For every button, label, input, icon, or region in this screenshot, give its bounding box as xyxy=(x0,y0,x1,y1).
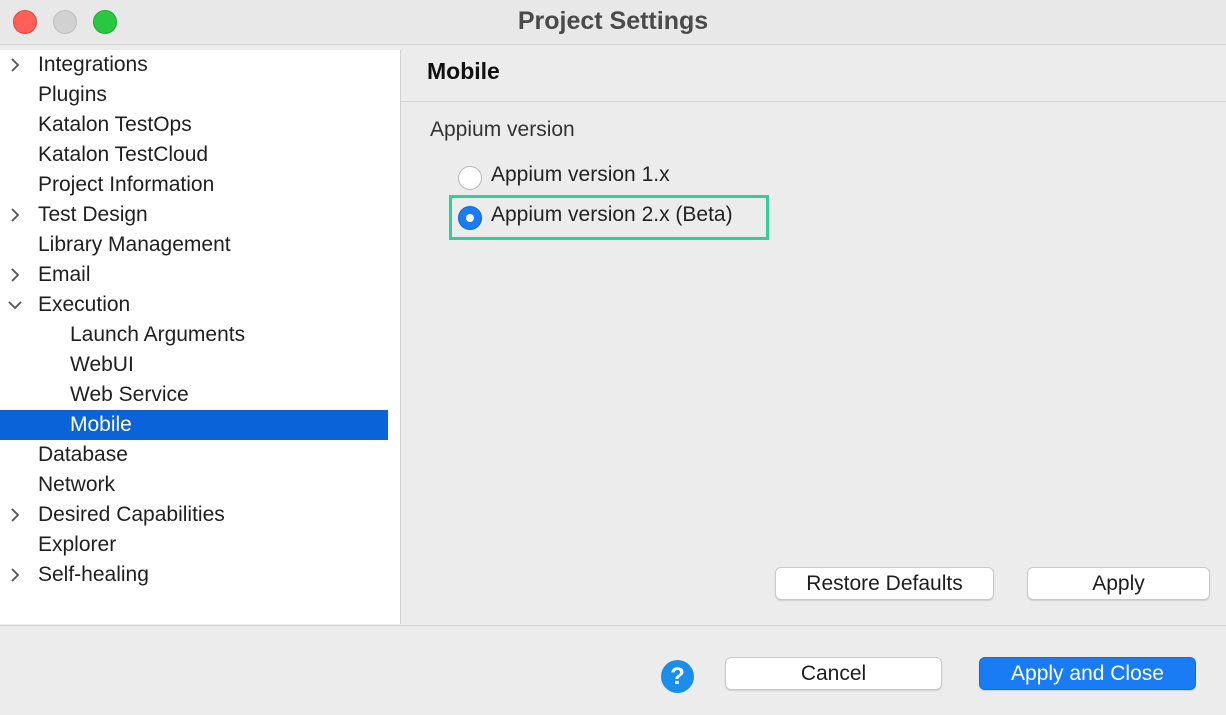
chevron-right-icon[interactable] xyxy=(7,567,23,583)
chevron-down-icon[interactable] xyxy=(7,297,23,313)
tree-item-label: Email xyxy=(38,263,91,286)
tree-item-project-information[interactable]: Project Information xyxy=(0,170,388,200)
tree-item-label: Test Design xyxy=(38,203,148,226)
restore-defaults-button[interactable]: Restore Defaults xyxy=(775,567,994,600)
dialog-footer: ? Cancel Apply and Close xyxy=(0,625,1226,715)
tree-item-plugins[interactable]: Plugins xyxy=(0,80,388,110)
panel-title: Mobile xyxy=(427,58,500,84)
radio-label: Appium version 2.x (Beta) xyxy=(491,203,733,226)
tree-item-label: Katalon TestOps xyxy=(38,113,192,136)
tree-item-web-service[interactable]: Web Service xyxy=(0,380,388,410)
appium-version-label: Appium version xyxy=(430,118,575,141)
help-icon[interactable]: ? xyxy=(661,660,694,693)
tree-item-label: Self-healing xyxy=(38,563,149,586)
tree-item-label: Database xyxy=(38,443,128,466)
panel-header: Mobile xyxy=(401,50,1226,102)
chevron-right-icon[interactable] xyxy=(7,267,23,283)
tree-item-email[interactable]: Email xyxy=(0,260,388,290)
tree-item-desired-capabilities[interactable]: Desired Capabilities xyxy=(0,500,388,530)
tree-item-label: Integrations xyxy=(38,53,148,76)
cancel-button[interactable]: Cancel xyxy=(725,657,942,690)
apply-button[interactable]: Apply xyxy=(1027,567,1210,600)
tree-item-katalon-testcloud[interactable]: Katalon TestCloud xyxy=(0,140,388,170)
tree-item-label: Plugins xyxy=(38,83,107,106)
radio-button-selected[interactable] xyxy=(458,206,482,230)
appium-2x-option[interactable]: Appium version 2.x (Beta) xyxy=(450,202,770,236)
radio-button[interactable] xyxy=(458,166,482,190)
chevron-right-icon[interactable] xyxy=(7,57,23,73)
apply-and-close-button[interactable]: Apply and Close xyxy=(979,657,1196,690)
tree-item-self-healing[interactable]: Self-healing xyxy=(0,560,388,590)
tree-item-library-management[interactable]: Library Management xyxy=(0,230,388,260)
tree-item-label: Explorer xyxy=(38,533,117,556)
tree-item-label: Katalon TestCloud xyxy=(38,143,209,166)
chevron-right-icon[interactable] xyxy=(7,507,23,523)
tree-item-integrations[interactable]: Integrations xyxy=(0,50,388,80)
tree-item-label: Launch Arguments xyxy=(70,323,246,346)
chevron-right-icon[interactable] xyxy=(7,207,23,223)
title-bar: Project Settings xyxy=(0,0,1226,45)
window-title: Project Settings xyxy=(517,7,709,35)
tree-item-label: Project Information xyxy=(38,173,215,196)
tree-item-execution[interactable]: Execution xyxy=(0,290,388,320)
tree-item-katalon-testops[interactable]: Katalon TestOps xyxy=(0,110,388,140)
radio-label: Appium version 1.x xyxy=(491,163,670,186)
tree-item-explorer[interactable]: Explorer xyxy=(0,530,388,560)
tree-item-label: Library Management xyxy=(38,233,231,256)
tree-item-database[interactable]: Database xyxy=(0,440,388,470)
tree-item-launch-arguments[interactable]: Launch Arguments xyxy=(0,320,388,350)
tree-item-mobile[interactable]: Mobile xyxy=(0,410,388,440)
tree-item-network[interactable]: Network xyxy=(0,470,388,500)
settings-tree: Integrations Plugins Katalon TestOps Kat… xyxy=(0,50,401,624)
appium-1x-option[interactable]: Appium version 1.x xyxy=(450,162,750,196)
tree-item-test-design[interactable]: Test Design xyxy=(0,200,388,230)
tree-item-label: Network xyxy=(38,473,116,496)
tree-item-label: Mobile xyxy=(70,413,132,436)
settings-panel: Mobile Appium version Appium version 1.x… xyxy=(401,50,1226,624)
tree-item-label: WebUI xyxy=(70,353,134,376)
tree-item-label: Desired Capabilities xyxy=(38,503,225,526)
tree-item-label: Execution xyxy=(38,293,131,316)
tree-item-label: Web Service xyxy=(70,383,189,406)
tree-item-webui[interactable]: WebUI xyxy=(0,350,388,380)
